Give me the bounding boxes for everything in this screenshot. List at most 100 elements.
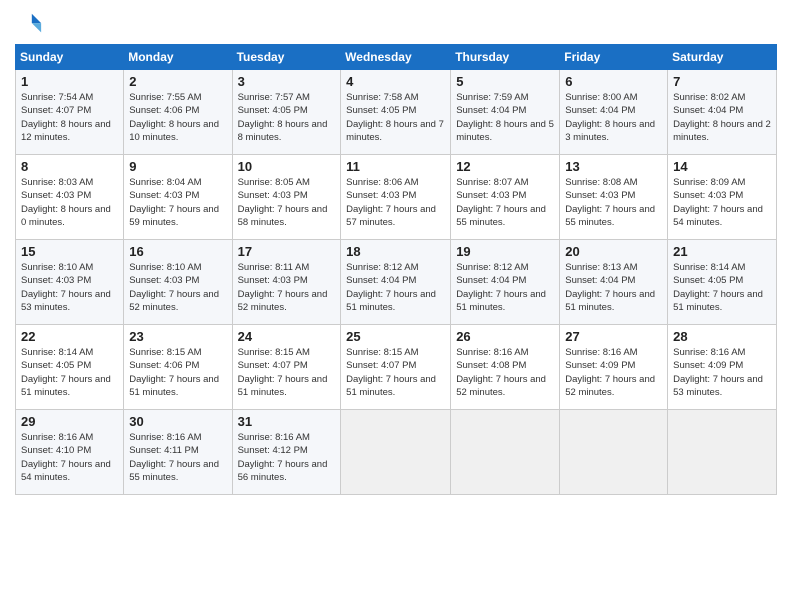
- calendar-week-row: 1 Sunrise: 7:54 AMSunset: 4:07 PMDaylight…: [16, 70, 777, 155]
- calendar-cell: 15 Sunrise: 8:10 AMSunset: 4:03 PMDayligh…: [16, 240, 124, 325]
- calendar-cell: [668, 410, 777, 495]
- day-number: 2: [129, 74, 226, 89]
- calendar-cell: 6Sunrise: 8:00 AMSunset: 4:04 PMDaylight…: [560, 70, 668, 155]
- weekday-header: Wednesday: [341, 45, 451, 70]
- day-number: 3: [238, 74, 336, 89]
- calendar-cell: 4 Sunrise: 7:58 AMSunset: 4:05 PMDaylight…: [341, 70, 451, 155]
- weekday-header: Saturday: [668, 45, 777, 70]
- calendar-cell: 9 Sunrise: 8:04 AMSunset: 4:03 PMDaylight…: [124, 155, 232, 240]
- calendar-cell: 30 Sunrise: 8:16 AMSunset: 4:11 PMDayligh…: [124, 410, 232, 495]
- day-number: 24: [238, 329, 336, 344]
- calendar-cell: 16 Sunrise: 8:10 AMSunset: 4:03 PMDayligh…: [124, 240, 232, 325]
- day-number: 7: [673, 74, 771, 89]
- weekday-row: SundayMondayTuesdayWednesdayThursdayFrid…: [16, 45, 777, 70]
- day-number: 30: [129, 414, 226, 429]
- day-info: Sunrise: 8:07 AMSunset: 4:03 PMDaylight:…: [456, 176, 554, 229]
- day-info: Sunrise: 8:12 AMSunset: 4:04 PMDaylight:…: [346, 261, 445, 314]
- day-info: Sunrise: 8:04 AMSunset: 4:03 PMDaylight:…: [129, 176, 226, 229]
- day-number: 4: [346, 74, 445, 89]
- calendar-week-row: 29 Sunrise: 8:16 AMSunset: 4:10 PMDayligh…: [16, 410, 777, 495]
- day-info: Sunrise: 8:03 AMSunset: 4:03 PMDaylight:…: [21, 176, 118, 229]
- day-number: 15: [21, 244, 118, 259]
- day-info: Sunrise: 8:02 AMSunset: 4:04 PMDaylight:…: [673, 91, 771, 144]
- day-number: 16: [129, 244, 226, 259]
- day-info: Sunrise: 8:00 AMSunset: 4:04 PMDaylight:…: [565, 91, 662, 144]
- day-number: 29: [21, 414, 118, 429]
- calendar-body: 1 Sunrise: 7:54 AMSunset: 4:07 PMDaylight…: [16, 70, 777, 495]
- weekday-header: Sunday: [16, 45, 124, 70]
- calendar-cell: 19 Sunrise: 8:12 AMSunset: 4:04 PMDayligh…: [451, 240, 560, 325]
- day-info: Sunrise: 8:08 AMSunset: 4:03 PMDaylight:…: [565, 176, 662, 229]
- day-info: Sunrise: 8:14 AMSunset: 4:05 PMDaylight:…: [673, 261, 771, 314]
- day-info: Sunrise: 8:10 AMSunset: 4:03 PMDaylight:…: [129, 261, 226, 314]
- day-number: 17: [238, 244, 336, 259]
- calendar-cell: 27 Sunrise: 8:16 AMSunset: 4:09 PMDayligh…: [560, 325, 668, 410]
- day-info: Sunrise: 7:57 AMSunset: 4:05 PMDaylight:…: [238, 91, 336, 144]
- day-number: 9: [129, 159, 226, 174]
- calendar-cell: [341, 410, 451, 495]
- calendar-cell: 2 Sunrise: 7:55 AMSunset: 4:06 PMDaylight…: [124, 70, 232, 155]
- day-number: 12: [456, 159, 554, 174]
- day-number: 13: [565, 159, 662, 174]
- calendar-header: SundayMondayTuesdayWednesdayThursdayFrid…: [16, 45, 777, 70]
- calendar-cell: 23Sunrise: 8:15 AMSunset: 4:06 PMDayligh…: [124, 325, 232, 410]
- day-number: 31: [238, 414, 336, 429]
- weekday-header: Friday: [560, 45, 668, 70]
- day-info: Sunrise: 7:55 AMSunset: 4:06 PMDaylight:…: [129, 91, 226, 144]
- day-number: 5: [456, 74, 554, 89]
- day-number: 28: [673, 329, 771, 344]
- calendar-cell: 10Sunrise: 8:05 AMSunset: 4:03 PMDayligh…: [232, 155, 341, 240]
- day-info: Sunrise: 8:16 AMSunset: 4:09 PMDaylight:…: [565, 346, 662, 399]
- day-number: 19: [456, 244, 554, 259]
- day-info: Sunrise: 8:11 AMSunset: 4:03 PMDaylight:…: [238, 261, 336, 314]
- calendar-cell: [560, 410, 668, 495]
- day-info: Sunrise: 8:09 AMSunset: 4:03 PMDaylight:…: [673, 176, 771, 229]
- calendar-week-row: 15 Sunrise: 8:10 AMSunset: 4:03 PMDayligh…: [16, 240, 777, 325]
- page: SundayMondayTuesdayWednesdayThursdayFrid…: [0, 0, 792, 612]
- logo: [15, 10, 47, 38]
- calendar-cell: 11Sunrise: 8:06 AMSunset: 4:03 PMDayligh…: [341, 155, 451, 240]
- calendar-cell: 5 Sunrise: 7:59 AMSunset: 4:04 PMDaylight…: [451, 70, 560, 155]
- day-info: Sunrise: 8:16 AMSunset: 4:10 PMDaylight:…: [21, 431, 118, 484]
- calendar-cell: 28 Sunrise: 8:16 AMSunset: 4:09 PMDayligh…: [668, 325, 777, 410]
- day-info: Sunrise: 8:16 AMSunset: 4:11 PMDaylight:…: [129, 431, 226, 484]
- calendar-week-row: 22Sunrise: 8:14 AMSunset: 4:05 PMDayligh…: [16, 325, 777, 410]
- day-number: 25: [346, 329, 445, 344]
- calendar-cell: 29 Sunrise: 8:16 AMSunset: 4:10 PMDayligh…: [16, 410, 124, 495]
- calendar-cell: 21 Sunrise: 8:14 AMSunset: 4:05 PMDayligh…: [668, 240, 777, 325]
- day-info: Sunrise: 8:13 AMSunset: 4:04 PMDaylight:…: [565, 261, 662, 314]
- day-number: 1: [21, 74, 118, 89]
- day-info: Sunrise: 8:10 AMSunset: 4:03 PMDaylight:…: [21, 261, 118, 314]
- day-number: 27: [565, 329, 662, 344]
- day-info: Sunrise: 7:58 AMSunset: 4:05 PMDaylight:…: [346, 91, 445, 144]
- calendar-cell: 22Sunrise: 8:14 AMSunset: 4:05 PMDayligh…: [16, 325, 124, 410]
- day-info: Sunrise: 8:16 AMSunset: 4:09 PMDaylight:…: [673, 346, 771, 399]
- calendar-cell: 12 Sunrise: 8:07 AMSunset: 4:03 PMDayligh…: [451, 155, 560, 240]
- day-number: 26: [456, 329, 554, 344]
- calendar-cell: 13 Sunrise: 8:08 AMSunset: 4:03 PMDayligh…: [560, 155, 668, 240]
- day-info: Sunrise: 8:15 AMSunset: 4:07 PMDaylight:…: [346, 346, 445, 399]
- day-number: 8: [21, 159, 118, 174]
- calendar-cell: 18Sunrise: 8:12 AMSunset: 4:04 PMDayligh…: [341, 240, 451, 325]
- day-info: Sunrise: 8:15 AMSunset: 4:06 PMDaylight:…: [129, 346, 226, 399]
- calendar-cell: 3 Sunrise: 7:57 AMSunset: 4:05 PMDaylight…: [232, 70, 341, 155]
- calendar-cell: 20 Sunrise: 8:13 AMSunset: 4:04 PMDayligh…: [560, 240, 668, 325]
- day-info: Sunrise: 7:59 AMSunset: 4:04 PMDaylight:…: [456, 91, 554, 144]
- day-number: 22: [21, 329, 118, 344]
- calendar-cell: 1 Sunrise: 7:54 AMSunset: 4:07 PMDaylight…: [16, 70, 124, 155]
- weekday-header: Tuesday: [232, 45, 341, 70]
- weekday-header: Monday: [124, 45, 232, 70]
- calendar-cell: 7 Sunrise: 8:02 AMSunset: 4:04 PMDaylight…: [668, 70, 777, 155]
- logo-icon: [15, 10, 43, 38]
- calendar-cell: 24Sunrise: 8:15 AMSunset: 4:07 PMDayligh…: [232, 325, 341, 410]
- weekday-header: Thursday: [451, 45, 560, 70]
- day-number: 21: [673, 244, 771, 259]
- day-info: Sunrise: 8:16 AMSunset: 4:12 PMDaylight:…: [238, 431, 336, 484]
- day-info: Sunrise: 8:12 AMSunset: 4:04 PMDaylight:…: [456, 261, 554, 314]
- calendar-cell: 25 Sunrise: 8:15 AMSunset: 4:07 PMDayligh…: [341, 325, 451, 410]
- day-number: 10: [238, 159, 336, 174]
- day-number: 14: [673, 159, 771, 174]
- day-info: Sunrise: 7:54 AMSunset: 4:07 PMDaylight:…: [21, 91, 118, 144]
- day-number: 20: [565, 244, 662, 259]
- calendar-cell: 26Sunrise: 8:16 AMSunset: 4:08 PMDayligh…: [451, 325, 560, 410]
